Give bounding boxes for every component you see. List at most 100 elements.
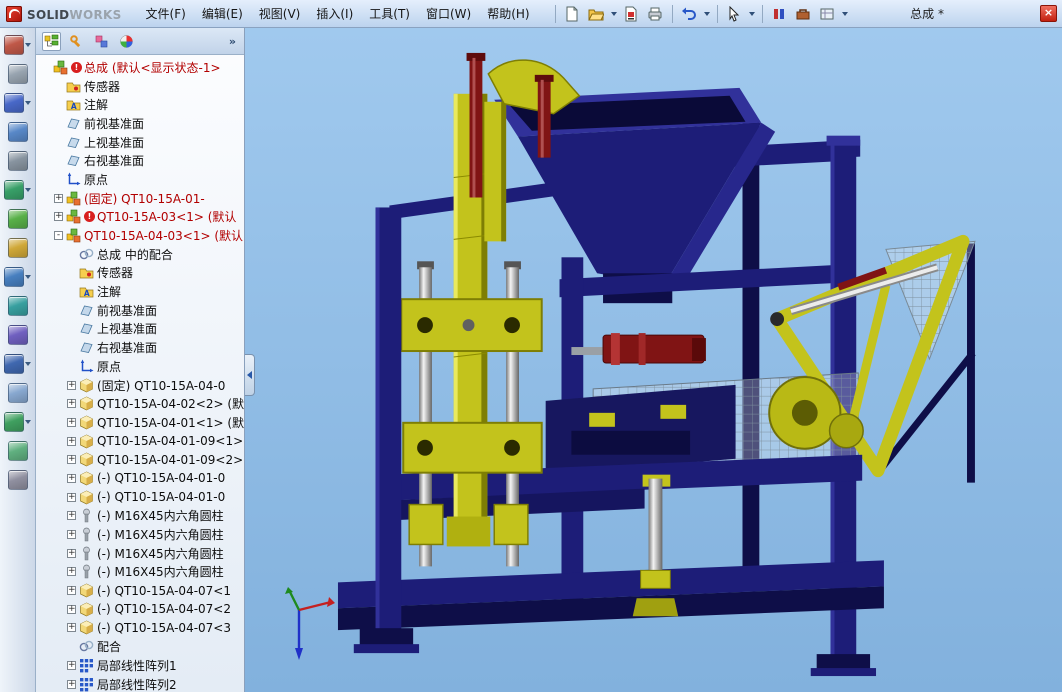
tree-item[interactable]: 传感器 [39,77,244,96]
tree-item[interactable]: 总成 中的配合 [39,245,244,264]
expand-icon[interactable]: + [67,530,76,540]
expand-icon[interactable]: + [67,436,76,446]
tree-item[interactable]: ! 总成 (默认<显示状态-1> [39,58,244,77]
left-tool-11-button[interactable] [7,325,28,345]
tree-item[interactable]: + (-) M16X45内六角圆柱 [39,563,244,582]
tree-item[interactable]: A 注解 [39,95,244,114]
print-icon[interactable] [645,3,666,24]
dropdown-arrow-icon[interactable] [25,362,31,366]
expand-icon[interactable]: + [67,604,76,614]
menu-help[interactable]: 帮助(H) [479,0,537,27]
configurationmanager-tab[interactable] [92,32,111,51]
dropdown-arrow-icon[interactable] [25,420,31,424]
tree-item[interactable]: 前视基准面 [39,301,244,320]
menu-edit[interactable]: 编辑(E) [194,0,251,27]
tree-item[interactable]: + QT10-15A-04-01-09<2> [39,450,244,469]
expand-icon[interactable]: + [67,473,76,483]
print-preview-icon[interactable] [621,3,642,24]
left-tool-7-button[interactable] [7,209,28,229]
left-tool-13-button[interactable] [7,383,28,403]
dropdown-arrow-icon[interactable] [25,101,31,105]
tree-item[interactable]: + 局部线性阵列2 [39,675,244,692]
open-icon[interactable] [586,3,607,24]
dropdown-arrow-icon[interactable] [748,11,755,16]
view-settings-icon[interactable] [817,3,838,24]
left-tool-16-button[interactable] [7,470,28,490]
tree-item[interactable]: + QT10-15A-04-01-09<1> [39,432,244,451]
dropdown-arrow-icon[interactable] [25,43,31,47]
menu-insert[interactable]: 插入(I) [308,0,361,27]
expand-icon[interactable]: + [67,567,76,577]
left-tool-8-button[interactable] [7,238,28,258]
tree-item[interactable]: + (-) M16X45内六角圆柱 [39,507,244,526]
tree-item[interactable]: 传感器 [39,264,244,283]
machine-3d-model[interactable] [245,28,1062,692]
left-tool-3-button[interactable] [4,93,31,113]
tree-item[interactable]: 原点 [39,357,244,376]
propertymanager-tab[interactable] [67,32,86,51]
tree-item[interactable]: + QT10-15A-04-01<1> (默 [39,413,244,432]
left-tool-1-button[interactable] [4,35,31,55]
dropdown-arrow-icon[interactable] [841,11,848,16]
left-tool-4-button[interactable] [7,122,28,142]
menu-window[interactable]: 窗口(W) [418,0,479,27]
expand-icon[interactable]: + [67,623,76,633]
tree-item[interactable]: + (固定) QT10-15A-01- [39,189,244,208]
color-bars-icon[interactable] [769,3,790,24]
expand-icon[interactable]: + [54,212,63,222]
dropdown-arrow-icon[interactable] [25,275,31,279]
close-button[interactable]: × [1040,5,1057,22]
tree-item[interactable]: 原点 [39,170,244,189]
tree-item[interactable]: + (-) M16X45内六角圆柱 [39,525,244,544]
left-tool-10-button[interactable] [7,296,28,316]
expand-icon[interactable]: + [67,660,76,670]
menu-file[interactable]: 文件(F) [138,0,194,27]
graphics-viewport[interactable] [245,28,1062,692]
toolbox-icon[interactable] [793,3,814,24]
tree-item[interactable]: - QT10-15A-04-03<1> (默认 [39,226,244,245]
displaymanager-tab[interactable] [117,32,136,51]
menu-view[interactable]: 视图(V) [251,0,309,27]
tree-item[interactable]: + (-) QT10-15A-04-01-0 [39,469,244,488]
left-tool-9-button[interactable] [4,267,31,287]
select-icon[interactable] [724,3,745,24]
dropdown-arrow-icon[interactable] [610,11,617,16]
tree-item[interactable]: 上视基准面 [39,320,244,339]
expand-icon[interactable]: + [67,548,76,558]
expand-icon[interactable]: + [67,455,76,465]
panel-expand-chevron[interactable]: » [227,35,238,48]
featuremanager-tab[interactable] [42,31,61,51]
expand-icon[interactable]: + [67,417,76,427]
tree-item[interactable]: + (-) QT10-15A-04-07<3 [39,619,244,638]
left-tool-5-button[interactable] [7,151,28,171]
left-tool-15-button[interactable] [7,441,28,461]
tree-item[interactable]: A 注解 [39,282,244,301]
expand-icon[interactable]: + [67,679,76,689]
collapse-icon[interactable]: - [54,231,63,241]
tree-item[interactable]: + QT10-15A-04-02<2> (默 [39,394,244,413]
tree-item[interactable]: + (-) QT10-15A-04-07<1 [39,581,244,600]
tree-item[interactable]: 右视基准面 [39,338,244,357]
left-tool-12-button[interactable] [4,354,31,374]
new-document-icon[interactable] [562,3,583,24]
tree-item[interactable]: 上视基准面 [39,133,244,152]
expand-icon[interactable]: + [54,193,63,203]
tree-item[interactable]: + (-) M16X45内六角圆柱 [39,544,244,563]
left-tool-2-button[interactable] [7,64,28,84]
undo-icon[interactable] [679,3,700,24]
panel-splitter[interactable] [245,354,256,396]
tree-item[interactable]: + (-) QT10-15A-04-01-0 [39,488,244,507]
dropdown-arrow-icon[interactable] [703,11,710,16]
expand-icon[interactable]: + [67,492,76,502]
expand-icon[interactable]: + [67,399,76,409]
tree-item[interactable]: + (-) QT10-15A-04-07<2 [39,600,244,619]
expand-icon[interactable]: + [67,511,76,521]
expand-icon[interactable]: + [67,586,76,596]
tree-item[interactable]: + (固定) QT10-15A-04-0 [39,376,244,395]
tree-item[interactable]: +! QT10-15A-03<1> (默认 [39,208,244,227]
tree-item[interactable]: + 局部线性阵列1 [39,656,244,675]
dropdown-arrow-icon[interactable] [25,188,31,192]
left-tool-6-button[interactable] [4,180,31,200]
left-tool-14-button[interactable] [4,412,31,432]
expand-icon[interactable]: + [67,380,76,390]
